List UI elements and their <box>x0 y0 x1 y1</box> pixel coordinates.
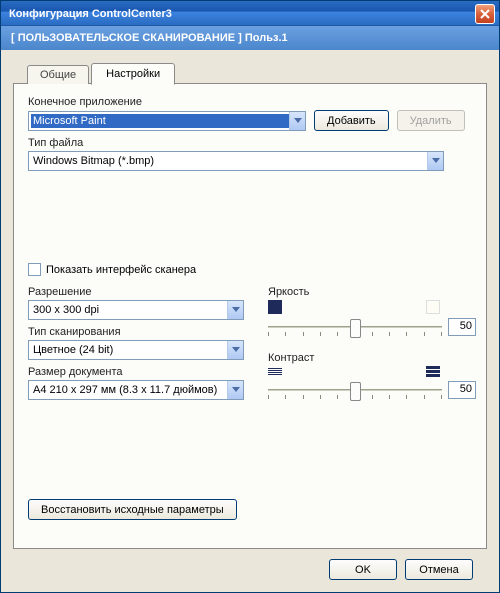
file-type-value: Windows Bitmap (*.bmp) <box>33 155 427 167</box>
chevron-down-icon <box>427 152 443 170</box>
doc-size-value: A4 210 x 297 мм (8.3 x 11.7 дюймов) <box>33 384 227 396</box>
label-file-type: Тип файла <box>28 137 472 149</box>
contrast-low-icon <box>268 368 282 375</box>
tab-row: Общие Настройки <box>13 62 487 84</box>
label-brightness: Яркость <box>268 286 472 298</box>
show-interface-checkbox[interactable] <box>28 263 41 276</box>
tab-settings[interactable]: Настройки <box>91 63 175 85</box>
tab-panel-settings: Конечное приложение Microsoft Paint Доба… <box>13 83 487 549</box>
remove-button: Удалить <box>397 110 465 131</box>
doc-size-select[interactable]: A4 210 x 297 мм (8.3 x 11.7 дюймов) <box>28 380 244 400</box>
scan-type-select[interactable]: Цветное (24 bit) <box>28 340 244 360</box>
file-type-select[interactable]: Windows Bitmap (*.bmp) <box>28 151 444 171</box>
add-button[interactable]: Добавить <box>314 110 389 131</box>
target-app-value: Microsoft Paint <box>31 114 289 128</box>
label-doc-size: Размер документа <box>28 366 246 378</box>
resolution-select[interactable]: 300 x 300 dpi <box>28 300 244 320</box>
restore-defaults-button[interactable]: Восстановить исходные параметры <box>28 499 237 520</box>
brightness-dark-icon <box>268 300 282 314</box>
content-area: Общие Настройки Конечное приложение Micr… <box>1 50 499 592</box>
label-contrast: Контраст <box>268 352 472 364</box>
scan-type-value: Цветное (24 bit) <box>33 344 227 356</box>
label-scan-type: Тип сканирования <box>28 326 246 338</box>
chevron-down-icon <box>227 381 243 399</box>
label-target-app: Конечное приложение <box>28 96 472 108</box>
contrast-high-icon <box>426 366 440 377</box>
brightness-value[interactable]: 50 <box>448 318 476 336</box>
brightness-light-icon <box>426 300 440 314</box>
chevron-down-icon <box>227 341 243 359</box>
brightness-slider[interactable]: 50 <box>268 316 472 340</box>
dialog-footer: OK Отмена <box>13 549 487 592</box>
contrast-slider[interactable]: 50 <box>268 379 472 403</box>
resolution-value: 300 x 300 dpi <box>33 304 227 316</box>
titlebar: Конфигурация ControlCenter3 <box>1 1 499 26</box>
ok-button[interactable]: OK <box>329 559 397 580</box>
close-button[interactable] <box>475 4 495 24</box>
target-app-select[interactable]: Microsoft Paint <box>28 111 306 131</box>
label-show-interface: Показать интерфейс сканера <box>46 264 196 276</box>
chevron-down-icon <box>227 301 243 319</box>
label-resolution: Разрешение <box>28 286 246 298</box>
chevron-down-icon <box>289 112 305 130</box>
window-title: Конфигурация ControlCenter3 <box>9 8 475 20</box>
cancel-button[interactable]: Отмена <box>405 559 473 580</box>
dialog-window: Конфигурация ControlCenter3 [ ПОЛЬЗОВАТЕ… <box>0 0 500 593</box>
tab-general[interactable]: Общие <box>27 65 89 84</box>
contrast-value[interactable]: 50 <box>448 381 476 399</box>
sub-header: [ ПОЛЬЗОВАТЕЛЬСКОЕ СКАНИРОВАНИЕ ] Польз.… <box>1 26 499 50</box>
